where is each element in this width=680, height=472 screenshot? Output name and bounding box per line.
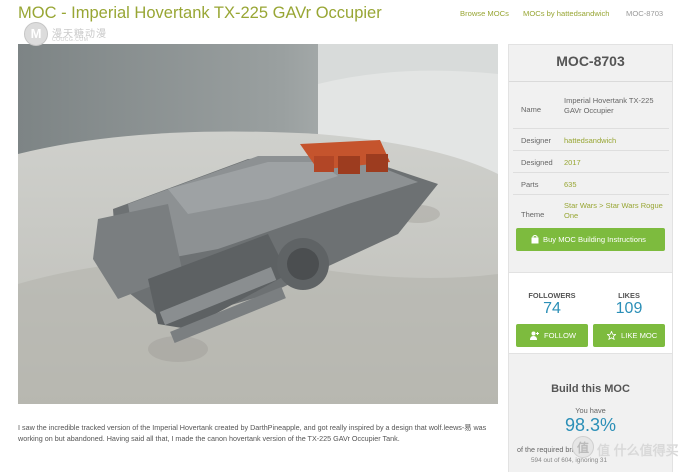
moc-photo-image <box>18 44 498 404</box>
likes-label: LIKES <box>618 291 640 300</box>
followers-count: 74 <box>543 300 561 317</box>
designed-year-link[interactable]: 2017 <box>564 158 664 168</box>
follow-button[interactable]: FOLLOW <box>516 324 588 347</box>
theme-link[interactable]: Star Wars > Star Wars Rogue One <box>564 201 664 221</box>
have-percent: 98.3% <box>564 415 617 435</box>
followers-label: FOLLOWERS <box>528 291 576 300</box>
watermark-url: COOCG.COM <box>52 37 89 43</box>
moc-info-panel: MOC-8703 Name Imperial Hovertank TX-225 … <box>508 44 673 472</box>
follow-label: FOLLOW <box>544 331 577 340</box>
watermark-logo-icon: M <box>24 22 48 46</box>
spec-key-name: Name <box>521 105 542 114</box>
spec-row-designed: Designed 2017 <box>513 151 669 173</box>
spec-value-name: Imperial Hovertank TX-225 GAVr Occupier <box>564 96 654 115</box>
parts-count-link[interactable]: 635 <box>564 180 664 190</box>
spec-row-parts: Parts 635 <box>513 173 669 195</box>
like-moc-label: LIKE MOC <box>621 331 658 340</box>
brick-count-text: 594 out of 604, ignoring 31 <box>531 457 608 464</box>
star-icon <box>607 331 616 340</box>
nav-browse-mocs-link[interactable]: Browse MOCs <box>460 9 509 18</box>
moc-id-heading: MOC-8703 <box>556 53 625 69</box>
page-title: MOC - Imperial Hovertank TX-225 GAVr Occ… <box>18 4 382 22</box>
smzdm-watermark-icon: 值 <box>572 436 594 458</box>
buy-instructions-button[interactable]: Buy MOC Building Instructions <box>516 228 665 251</box>
spec-row-name: Name Imperial Hovertank TX-225 GAVr Occu… <box>513 89 669 129</box>
nav-current-moc: MOC-8703 <box>626 9 664 18</box>
buy-instructions-label: Buy MOC Building Instructions <box>543 235 646 244</box>
spec-table: Name Imperial Hovertank TX-225 GAVr Occu… <box>513 89 669 233</box>
spec-key-parts: Parts <box>521 180 539 189</box>
shopping-bag-icon <box>531 235 539 244</box>
likes-count: 109 <box>615 300 643 317</box>
like-moc-button[interactable]: LIKE MOC <box>593 324 665 347</box>
moc-description: I saw the incredible tracked version of … <box>18 423 487 443</box>
you-have-label: You have <box>575 406 606 415</box>
panel-divider <box>509 81 672 82</box>
user-plus-icon <box>530 331 539 340</box>
spec-key-designed: Designed <box>521 158 553 167</box>
spec-key-theme: Theme <box>521 210 545 219</box>
moc-photo[interactable] <box>18 44 498 404</box>
spec-row-designer: Designer hattedsandwich <box>513 129 669 151</box>
spec-key-designer: Designer <box>521 136 552 145</box>
designer-link[interactable]: hattedsandwich <box>564 136 664 146</box>
nav-mocs-by-designer-link[interactable]: MOCs by hattedsandwich <box>523 9 610 18</box>
build-moc-heading: Build this MOC <box>551 383 630 395</box>
smzdm-watermark-text: 值 什么值得买 <box>597 443 679 458</box>
